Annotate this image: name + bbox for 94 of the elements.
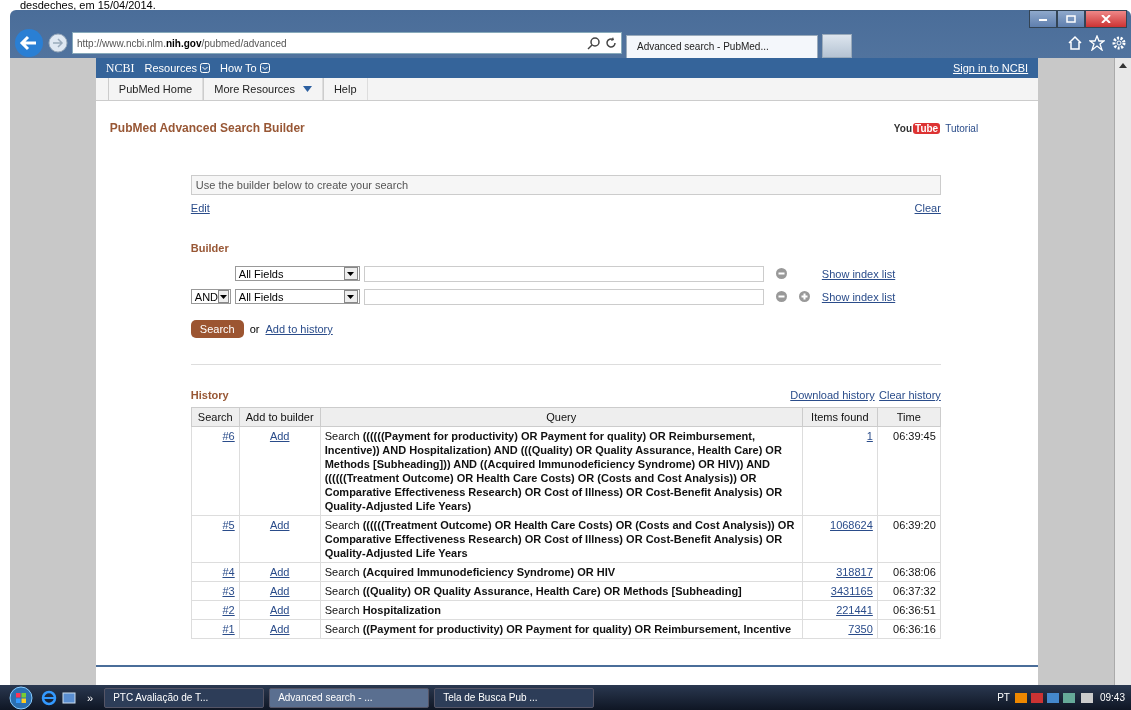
search-query-field[interactable]: Use the builder below to create your search xyxy=(190,175,941,195)
caret-icon xyxy=(347,294,355,299)
caret-icon xyxy=(219,294,227,299)
query-text: Search ((Payment for productivity) OR Payment for quality) OR Reimbursement, Incentive xyxy=(324,623,792,635)
back-icon[interactable] xyxy=(14,28,44,58)
column-header: Query xyxy=(320,407,803,427)
page-title: PubMed Advanced Search Builder xyxy=(109,121,305,135)
maximize-icon xyxy=(1066,15,1076,23)
add-link[interactable]: Add xyxy=(269,566,290,578)
add-link[interactable]: Add xyxy=(269,430,290,442)
menu-dropdown[interactable]: How To xyxy=(220,62,270,74)
home-icon[interactable] xyxy=(1067,35,1083,51)
browser-icon[interactable] xyxy=(41,689,57,706)
search-number-link[interactable]: #3 xyxy=(222,585,235,597)
column-header: Time xyxy=(877,407,941,427)
address-bar[interactable]: http://www.ncbi.nlm.nih.gov/pubmed/advanced xyxy=(72,32,622,54)
term-field[interactable] xyxy=(363,265,764,282)
operator-select[interactable]: AND xyxy=(190,289,231,304)
language-indicator[interactable]: PT xyxy=(997,692,1010,703)
field-select[interactable]: All Fields xyxy=(234,266,360,281)
remove-icon[interactable] xyxy=(775,268,787,279)
close-icon xyxy=(1101,15,1111,23)
scroll-up-icon[interactable] xyxy=(1119,63,1127,68)
taskbar-button[interactable]: Tela de Busca Pub ... xyxy=(434,687,595,708)
document-caption: desdeches, em 15/04/2014. xyxy=(19,0,157,10)
clear-history-link[interactable]: Clear history xyxy=(879,389,941,401)
search-number-link[interactable]: #5 xyxy=(222,519,235,531)
query-text: Search ((((((Payment for productivity) OR Payment for quality) OR Reimbursement, Incentive)) AND Hospitalization) AND (((Quality) OR Quality Assurance, Health Care) OR Methods [Subheading])) AND ((Acquired Immunodeficiency Syndrome) OR HIV)) AND ((((((Treatment Outcome) OR Health Care Costs) OR (Costs and Cost Analysis)) OR Comparative Effectiveness Research) OR Cost of Illness) OR Cost-Benefit Analysis) OR Quality-Adjusted Life Years) xyxy=(324,430,783,512)
column-header: Search xyxy=(191,407,240,427)
builder-heading: Builder xyxy=(190,242,230,254)
time-text: 06:38:06 xyxy=(893,566,936,578)
search-number-link[interactable]: #2 xyxy=(222,604,235,616)
query-text: Search (Acquired Immunodeficiency Syndrome) OR HIV xyxy=(324,566,616,578)
column-header: Add to builder xyxy=(239,407,321,427)
overflow-chevron[interactable]: » xyxy=(81,691,100,704)
add-link[interactable]: Add xyxy=(269,519,290,531)
taskbar-button[interactable]: PTC Avaliação de T... xyxy=(104,687,265,708)
remove-icon[interactable] xyxy=(775,291,787,302)
field-select[interactable]: All Fields xyxy=(234,289,360,304)
query-text: Search Hospitalization xyxy=(324,604,441,616)
sign-in-link[interactable]: Sign in to NCBI xyxy=(952,62,1029,74)
add-link[interactable]: Add xyxy=(269,604,290,616)
items-found-link[interactable]: 1068624 xyxy=(830,519,873,531)
tutorial-link[interactable]: Tutorial xyxy=(945,122,979,134)
close-button[interactable] xyxy=(1085,10,1127,28)
forward-icon[interactable] xyxy=(48,33,68,53)
refresh-icon[interactable] xyxy=(605,37,617,49)
desktop-icon[interactable] xyxy=(62,691,76,704)
start-button[interactable] xyxy=(6,685,36,710)
clear-link[interactable]: Clear xyxy=(914,202,941,214)
star-icon[interactable] xyxy=(1089,35,1105,51)
items-found-link[interactable]: 7350 xyxy=(848,623,873,635)
time-text: 06:39:20 xyxy=(893,519,936,531)
search-number-link[interactable]: #1 xyxy=(222,623,235,635)
clock: 09:43 xyxy=(1099,692,1125,703)
column-header: Items found xyxy=(802,407,878,427)
menu-dropdown[interactable]: Resources xyxy=(144,62,211,74)
time-text: 06:36:51 xyxy=(893,604,936,616)
caret-icon xyxy=(302,86,312,92)
chevron-icon xyxy=(259,63,270,73)
minimize-button[interactable] xyxy=(1029,10,1057,28)
chevron-icon xyxy=(200,63,211,73)
add-to-history-link[interactable]: Add to history xyxy=(265,323,333,335)
add-link[interactable]: Add xyxy=(269,585,290,597)
ncbi-logo[interactable]: NCBI xyxy=(105,60,135,76)
taskbar-button[interactable]: Advanced search - ... xyxy=(269,687,430,708)
search-button[interactable]: Search xyxy=(190,320,244,338)
show-index-link[interactable]: Show index list xyxy=(821,267,896,280)
query-text: Search ((Quality) OR Quality Assurance, Health Care) OR Methods [Subheading] xyxy=(324,585,742,597)
settings-icon[interactable] xyxy=(1111,35,1127,51)
time-text: 06:37:32 xyxy=(893,585,936,597)
edit-link[interactable]: Edit xyxy=(190,202,210,214)
time-text: 06:36:16 xyxy=(893,623,936,635)
history-heading: History xyxy=(190,389,229,401)
search-icon[interactable] xyxy=(587,36,601,50)
nav-tab[interactable]: Help xyxy=(322,78,368,100)
time-text: 06:39:45 xyxy=(893,430,936,442)
nav-tab[interactable]: PubMed Home xyxy=(107,78,204,100)
show-index-link[interactable]: Show index list xyxy=(821,290,896,303)
search-number-link[interactable]: #4 xyxy=(222,566,235,578)
query-text: Search ((((((Treatment Outcome) OR Health Care Costs) OR (Costs and Cost Analysis)) OR Comparative Effectiveness Research) OR Cost of Illness) OR Cost-Benefit Analysis) OR Quality-Adjusted Life Years xyxy=(324,519,795,559)
items-found-link[interactable]: 1 xyxy=(866,430,873,442)
add-link[interactable]: Add xyxy=(269,623,290,635)
or-label: or xyxy=(249,323,260,335)
nav-tab[interactable]: More Resources xyxy=(203,78,323,100)
minimize-icon xyxy=(1038,16,1048,22)
maximize-button[interactable] xyxy=(1057,10,1085,28)
scrollbar[interactable] xyxy=(1114,58,1131,685)
download-history-link[interactable]: Download history xyxy=(790,389,875,401)
add-icon[interactable] xyxy=(798,291,810,302)
term-field[interactable] xyxy=(363,288,764,305)
search-number-link[interactable]: #6 xyxy=(222,430,235,442)
browser-tab[interactable]: Advanced search - PubMed... xyxy=(626,34,818,58)
caret-icon xyxy=(347,271,355,276)
